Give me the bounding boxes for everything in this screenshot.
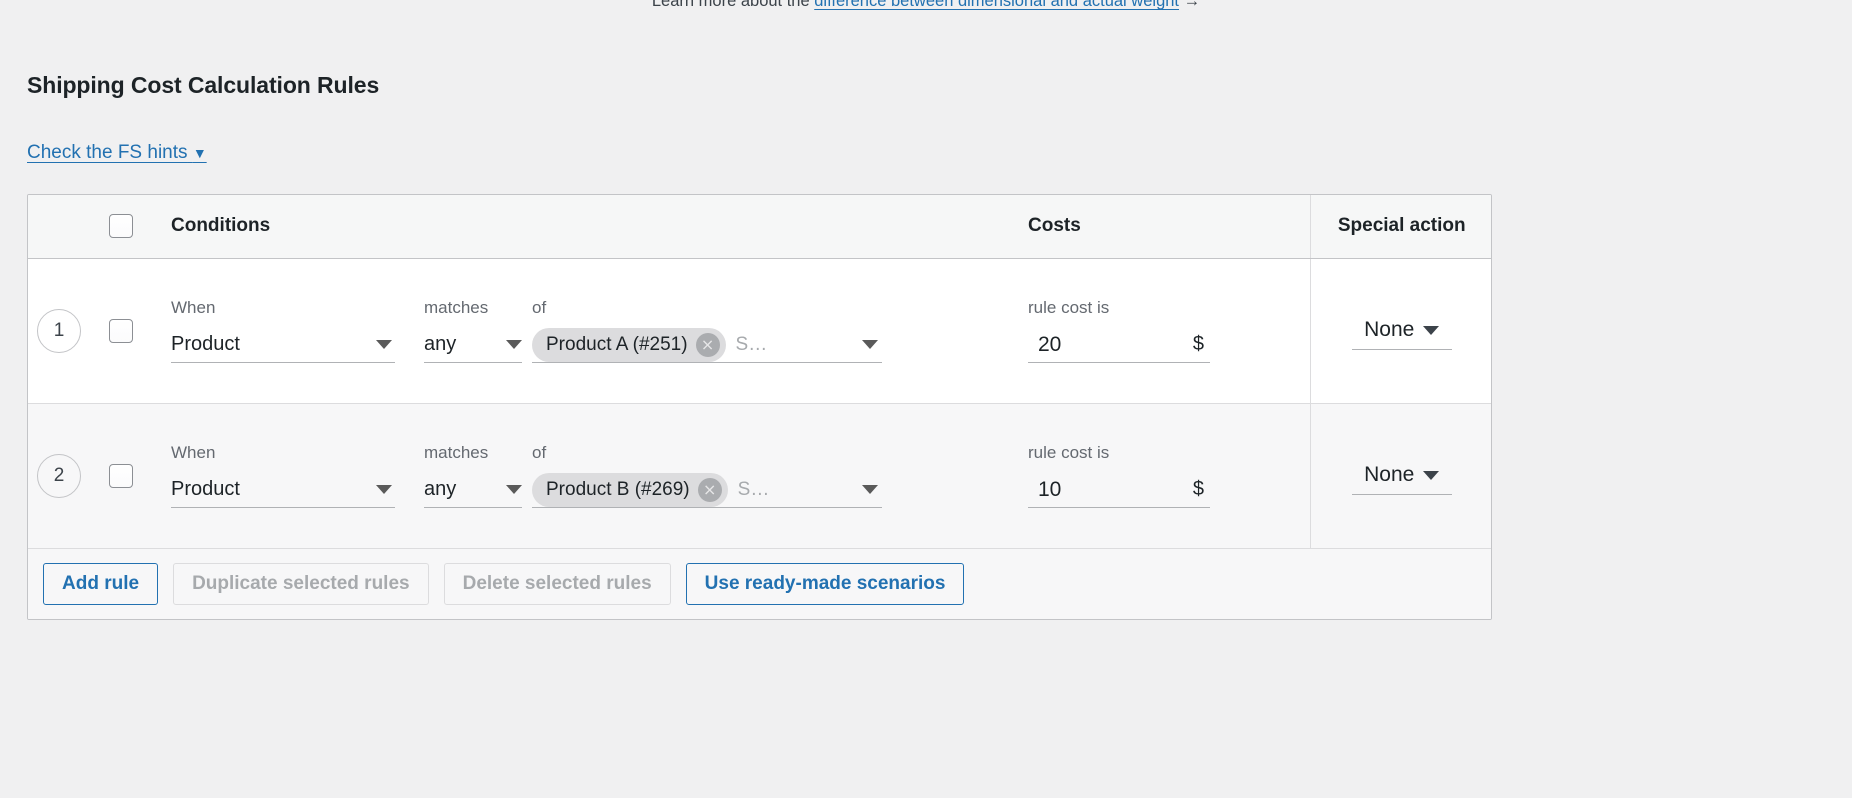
- table-row: 1 When Product matches any of Product A …: [28, 258, 1491, 404]
- rule-cost-value: 20: [1038, 332, 1062, 356]
- notice-arrow: →: [1179, 0, 1201, 10]
- conditions-cell: When Product matches any: [152, 403, 1010, 549]
- matches-select[interactable]: any: [424, 472, 522, 508]
- add-rule-button[interactable]: Add rule: [43, 562, 159, 605]
- special-action-select[interactable]: None: [1351, 457, 1452, 495]
- condition-matches-field: matches any: [424, 298, 522, 363]
- of-placeholder: S…: [737, 478, 770, 500]
- currency-symbol: $: [1192, 333, 1204, 355]
- th-costs: Costs: [1010, 195, 1310, 259]
- selected-product-chip: Product A (#251) ×: [532, 327, 726, 362]
- row-select-checkbox[interactable]: [109, 463, 133, 488]
- row-select-cell: [90, 403, 152, 549]
- condition-matches-field: matches any: [424, 443, 522, 508]
- currency-symbol: $: [1192, 478, 1204, 500]
- condition-of-field: of Product A (#251) × S…: [532, 298, 882, 363]
- page-title: Shipping Cost Calculation Rules: [27, 72, 380, 98]
- th-select-all: [90, 195, 152, 259]
- chevron-down-icon: [1423, 470, 1440, 480]
- of-multiselect[interactable]: Product B (#269) × S…: [532, 472, 882, 508]
- special-action-value: None: [1364, 463, 1415, 486]
- th-special-action: Special action: [1309, 195, 1491, 259]
- close-icon[interactable]: ×: [695, 332, 720, 357]
- table-body: 1 When Product matches any of Product A …: [28, 258, 1491, 549]
- special-action-cell: None: [1309, 403, 1491, 549]
- rule-cost-input[interactable]: 20 $: [1028, 327, 1210, 363]
- special-action-value: None: [1364, 318, 1415, 341]
- conditions-cell: When Product matches any: [152, 258, 1010, 404]
- chevron-down-icon: [376, 485, 392, 494]
- special-action-cell: None: [1309, 258, 1491, 404]
- matches-value: any: [424, 478, 457, 500]
- when-select[interactable]: Product: [171, 327, 395, 363]
- rule-number-badge: 2: [37, 453, 81, 498]
- th-conditions: Conditions: [152, 195, 1010, 259]
- of-label: of: [532, 298, 547, 317]
- chip-label: Product B (#269): [546, 478, 690, 500]
- rule-cost-label: rule cost is: [1028, 298, 1110, 317]
- costs-cell: rule cost is 10 $: [1010, 403, 1310, 549]
- of-placeholder: S…: [735, 333, 768, 355]
- chevron-down-icon: [376, 340, 392, 349]
- rules-toolbar: Add rule Duplicate selected rules Delete…: [28, 548, 1491, 619]
- rule-cost-value: 10: [1038, 477, 1062, 501]
- check-fs-hints-link[interactable]: Check the FS hints ▼: [27, 142, 207, 164]
- when-value: Product: [171, 333, 240, 355]
- matches-value: any: [424, 333, 457, 355]
- when-label: When: [171, 298, 216, 317]
- table-row: 2 When Product matches any of Product B …: [28, 403, 1491, 549]
- select-all-checkbox[interactable]: [109, 214, 133, 239]
- row-select-checkbox[interactable]: [109, 318, 133, 343]
- duplicate-selected-rules-button[interactable]: Duplicate selected rules: [173, 562, 429, 605]
- condition-when-field: When Product: [171, 443, 395, 508]
- when-value: Product: [171, 478, 240, 500]
- chevron-down-icon: ▼: [192, 145, 207, 161]
- selected-product-chip: Product B (#269) ×: [532, 472, 728, 507]
- use-ready-made-scenarios-button[interactable]: Use ready-made scenarios: [685, 562, 965, 605]
- matches-label: matches: [424, 298, 489, 317]
- row-number-cell: 2: [28, 403, 90, 549]
- rule-cost-input[interactable]: 10 $: [1028, 472, 1210, 508]
- shipping-rules-table: Conditions Costs Special action 1 When P…: [28, 195, 1491, 549]
- table-header-row: Conditions Costs Special action: [28, 195, 1491, 259]
- chevron-down-icon: [862, 485, 878, 494]
- condition-of-field: of Product B (#269) × S…: [532, 443, 882, 508]
- matches-label: matches: [424, 443, 489, 462]
- chevron-down-icon: [506, 340, 522, 349]
- dimensional-weight-link[interactable]: difference between dimensional and actua…: [814, 0, 1179, 10]
- chevron-down-icon: [1423, 325, 1440, 335]
- notice-lead-text: Learn more about the: [651, 0, 815, 10]
- when-select[interactable]: Product: [171, 472, 395, 508]
- chip-label: Product A (#251): [546, 333, 688, 355]
- condition-when-field: When Product: [171, 298, 395, 363]
- dimensional-weight-notice: Learn more about the difference between …: [0, 0, 1852, 11]
- row-select-cell: [90, 258, 152, 404]
- of-multiselect[interactable]: Product A (#251) × S…: [532, 327, 882, 363]
- table-head: Conditions Costs Special action: [28, 195, 1491, 259]
- shipping-rules-panel: Conditions Costs Special action 1 When P…: [27, 194, 1492, 620]
- th-row-number: [28, 195, 90, 259]
- chevron-down-icon: [506, 485, 522, 494]
- close-icon[interactable]: ×: [697, 477, 722, 502]
- rule-cost-label: rule cost is: [1028, 443, 1110, 462]
- costs-cell: rule cost is 20 $: [1010, 258, 1310, 404]
- special-action-select[interactable]: None: [1351, 312, 1452, 350]
- of-label: of: [532, 443, 547, 462]
- when-label: When: [171, 443, 216, 462]
- rule-number-badge: 1: [37, 308, 81, 353]
- row-number-cell: 1: [28, 258, 90, 404]
- delete-selected-rules-button[interactable]: Delete selected rules: [443, 562, 671, 605]
- matches-select[interactable]: any: [424, 327, 522, 363]
- chevron-down-icon: [862, 340, 878, 349]
- hints-link-label: Check the FS hints: [27, 142, 188, 163]
